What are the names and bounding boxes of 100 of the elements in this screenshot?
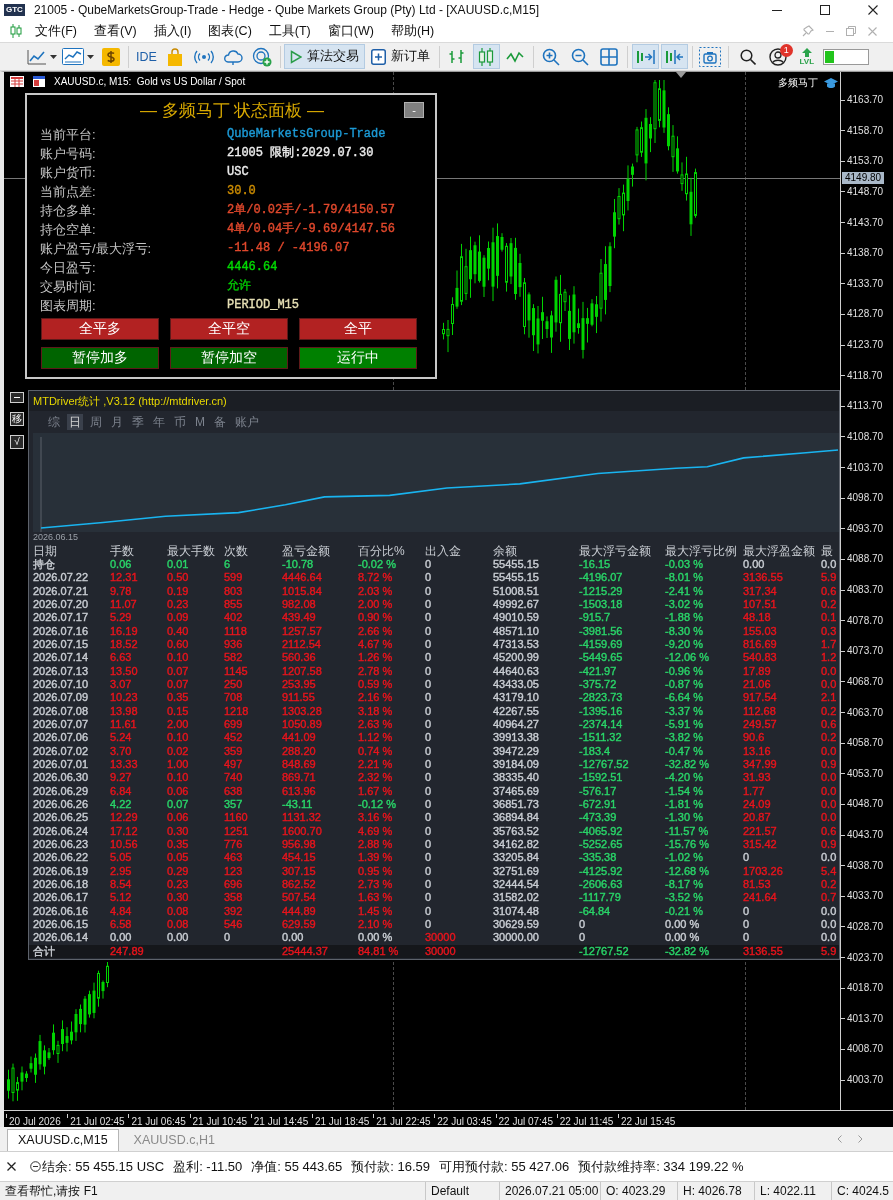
table-cell: -3.02 % xyxy=(665,598,703,611)
menu-item[interactable]: 工具(T) xyxy=(268,22,311,40)
table-cell: 0 xyxy=(579,931,586,944)
algo-trading-button[interactable]: 算法交易 xyxy=(283,44,365,69)
table-cell: 1.7 xyxy=(821,638,837,651)
period-tab[interactable]: 账户 xyxy=(233,414,261,430)
table-cell: 0.0 xyxy=(821,798,837,811)
ohlc-bars-icon xyxy=(448,48,467,65)
table-cell: 2.03 % xyxy=(358,585,393,598)
table-cell: 2026.06.19 xyxy=(33,865,89,878)
side-button[interactable]: 移 xyxy=(10,412,24,426)
table-cell: 0.0 xyxy=(821,678,837,691)
table-cell: 10.56 xyxy=(110,838,138,851)
menu-item[interactable]: 插入(I) xyxy=(153,22,192,40)
table-cell: 1.2 xyxy=(821,651,837,664)
auto-scroll-button[interactable] xyxy=(631,44,659,69)
table-cell: 0 xyxy=(425,638,432,651)
table-cell: 21.06 xyxy=(743,678,771,691)
table-cell: 1.67 % xyxy=(358,785,393,798)
action-button[interactable]: 全平多 xyxy=(41,318,159,340)
action-button[interactable]: 暂停加多 xyxy=(41,347,159,369)
camera-icon[interactable] xyxy=(699,46,722,67)
zoom-in-icon[interactable] xyxy=(542,47,561,66)
action-button[interactable]: 全平 xyxy=(299,318,417,340)
menu-item[interactable]: 查看(V) xyxy=(93,22,137,40)
table-icon[interactable] xyxy=(10,76,24,87)
chart-tab[interactable]: XAUUSD.c,M15 xyxy=(7,1129,119,1151)
table-cell: 247.89 xyxy=(110,945,144,958)
expert-name: 多频马丁 xyxy=(778,76,818,90)
field-value: 4单/0.04手/-9.69/4147.56 xyxy=(227,221,396,238)
user-icon[interactable] xyxy=(769,47,788,66)
chart-template-icon[interactable] xyxy=(62,48,84,65)
table-cell: -672.91 xyxy=(579,798,617,811)
status-field: Default xyxy=(431,1184,470,1198)
table-cell: -335.38 xyxy=(579,851,617,864)
table-cell: 358 xyxy=(224,891,243,904)
period-tab[interactable]: 日 xyxy=(67,414,83,430)
new-order-button[interactable]: 新订单 xyxy=(364,44,436,69)
table-cell: 34162.82 xyxy=(493,838,539,851)
minimize-icon[interactable] xyxy=(772,9,782,11)
table-cell: 0 xyxy=(425,585,432,598)
action-button[interactable]: 暂停加空 xyxy=(170,347,288,369)
price-label: 4123.70 xyxy=(841,339,884,351)
table-cell: 0 xyxy=(743,905,750,918)
chart-shift-button[interactable] xyxy=(660,44,688,69)
menu-item[interactable]: 文件(F) xyxy=(35,22,77,40)
table-cell: 0 xyxy=(425,731,432,744)
radar-plus-icon[interactable] xyxy=(252,46,273,67)
caret-icon[interactable] xyxy=(87,54,94,59)
menu-item[interactable]: 帮助(H) xyxy=(390,22,435,40)
period-tab[interactable]: 月 xyxy=(109,414,125,430)
status-field: C: 4024.5 xyxy=(837,1184,890,1198)
period-tab[interactable]: 季 xyxy=(130,414,146,430)
table-cell: 0.07 xyxy=(167,798,189,811)
table-cell: -5.91 % xyxy=(665,718,703,731)
graduation-cap-icon[interactable] xyxy=(824,77,838,89)
collapse-icon[interactable] xyxy=(30,1161,41,1172)
zoom-out-icon[interactable] xyxy=(571,47,590,66)
period-tab[interactable]: 综 xyxy=(46,414,62,430)
field-label: 当前平台: xyxy=(40,126,96,144)
action-button[interactable]: 全平空 xyxy=(170,318,288,340)
minimize-icon[interactable] xyxy=(10,392,24,403)
account-summary-text: 预付款: 16.59 xyxy=(351,1157,431,1176)
grid-icon[interactable] xyxy=(600,47,619,66)
table-cell: -915.7 xyxy=(579,611,611,624)
table-cell: 0.35 xyxy=(167,691,189,704)
candlestick-button[interactable] xyxy=(472,44,500,69)
search-icon[interactable] xyxy=(739,48,756,65)
close-icon[interactable] xyxy=(868,5,878,15)
table-cell: 43433.05 xyxy=(493,678,539,691)
table-cell: -0.21 % xyxy=(665,905,703,918)
signal-waves-icon[interactable] xyxy=(194,49,215,64)
line-chart-icon[interactable] xyxy=(27,48,47,65)
cloud-icon[interactable] xyxy=(223,48,244,65)
caret-icon[interactable] xyxy=(50,54,57,59)
dollar-icon[interactable] xyxy=(101,47,120,66)
menu-item[interactable]: 图表(C) xyxy=(208,22,252,40)
table-cell: 2026.06.23 xyxy=(33,838,89,851)
side-button[interactable]: √ xyxy=(10,435,24,449)
chart-shift-icon xyxy=(664,48,685,65)
period-tab[interactable]: M xyxy=(193,414,207,430)
action-button[interactable]: 运行中 xyxy=(299,347,417,369)
menu-item[interactable]: 窗口(W) xyxy=(327,22,374,40)
window-icon[interactable] xyxy=(33,76,45,87)
period-tab[interactable]: 周 xyxy=(88,414,104,430)
collapse-button[interactable]: - xyxy=(404,102,424,118)
period-tab[interactable]: 币 xyxy=(172,414,188,430)
maximize-icon[interactable] xyxy=(820,5,830,15)
period-tab[interactable]: 备 xyxy=(212,414,228,430)
table-cell: 2026.07.07 xyxy=(33,718,89,731)
table-cell: -1215.29 xyxy=(579,585,623,598)
period-tab[interactable]: 年 xyxy=(151,414,167,430)
chevron-left-icon[interactable] xyxy=(837,1135,842,1143)
chevron-right-icon[interactable] xyxy=(858,1135,863,1143)
shopping-bag-icon[interactable] xyxy=(167,47,184,66)
table-cell: 0 xyxy=(425,558,432,571)
table-cell: 112.68 xyxy=(743,705,776,718)
close-icon[interactable] xyxy=(7,1162,16,1171)
table-cell: 0.10 xyxy=(167,771,189,784)
ide-button[interactable]: IDE xyxy=(132,45,161,68)
